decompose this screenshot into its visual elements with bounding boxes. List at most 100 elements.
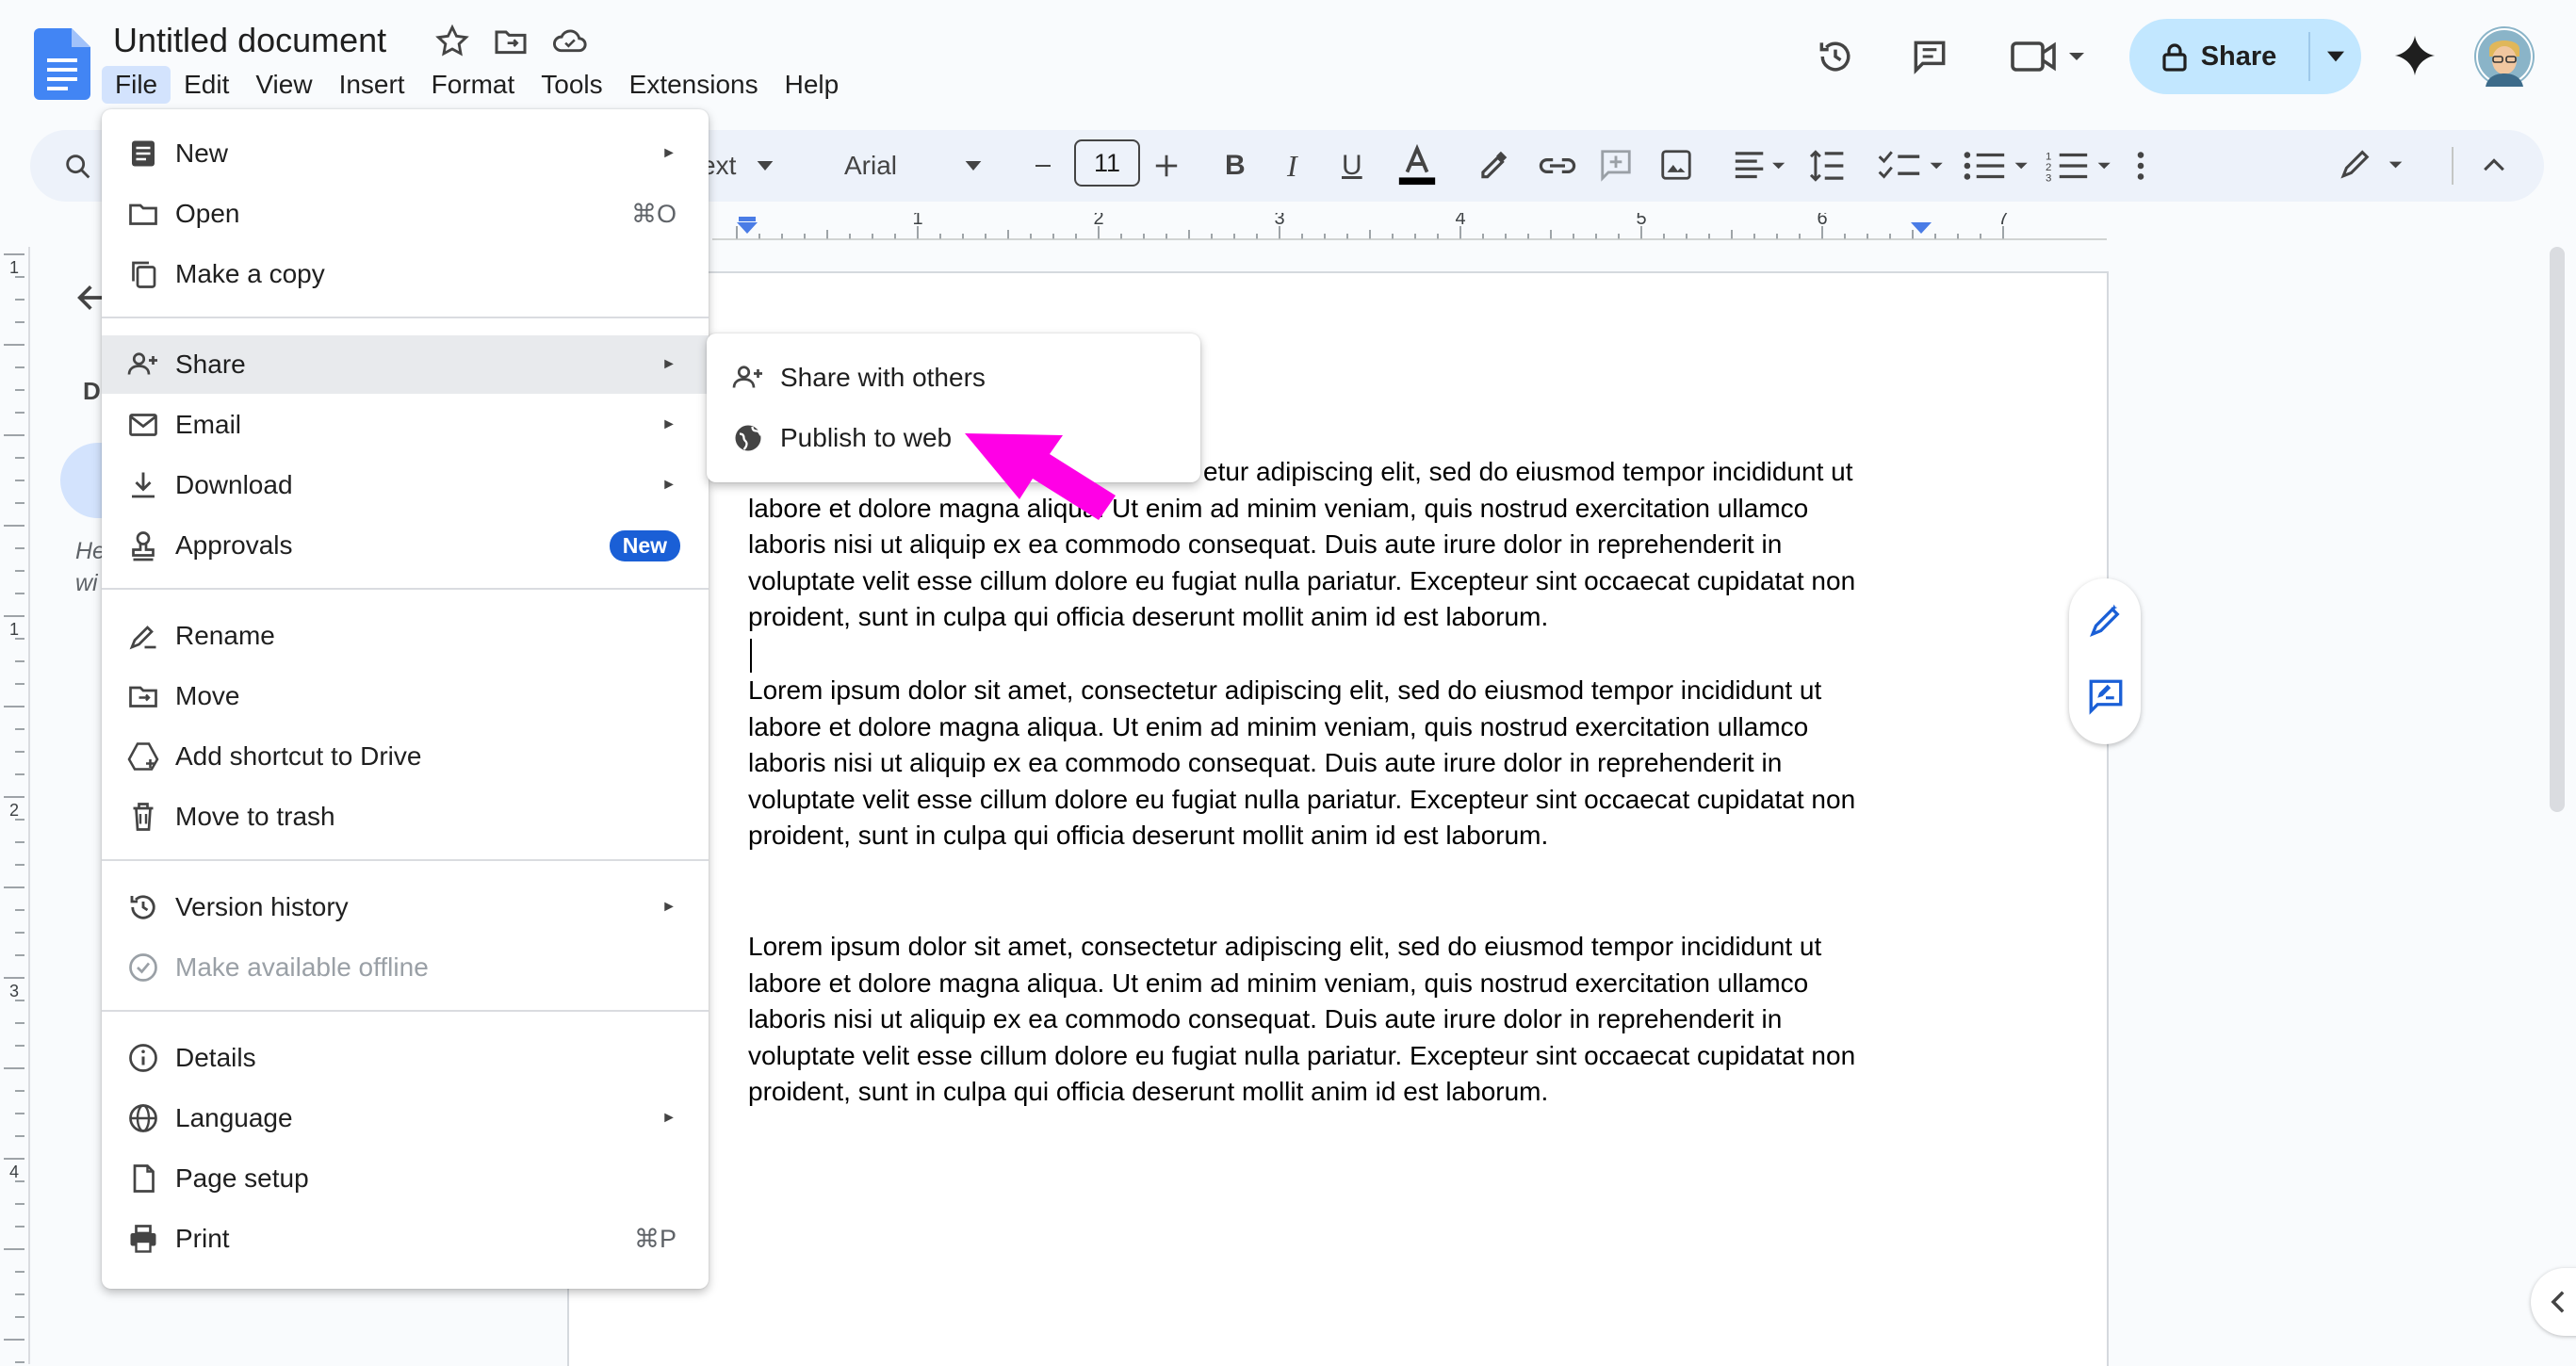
menu-item-new[interactable]: New ► — [102, 124, 709, 183]
menu-item-move[interactable]: Move — [102, 667, 709, 725]
menu-label: Open — [175, 199, 240, 228]
font-family-select[interactable]: Arial — [844, 130, 982, 202]
search-menus-icon[interactable] — [62, 151, 94, 183]
share-button[interactable]: Share — [2129, 19, 2308, 94]
align-left-icon[interactable] — [1732, 149, 1788, 183]
bulleted-list-icon[interactable] — [1962, 149, 2031, 183]
menu-item-print[interactable]: Print ⌘P — [102, 1210, 709, 1268]
bold-button[interactable]: B — [1225, 130, 1246, 202]
hide-menus-chevron-up-icon[interactable] — [2480, 153, 2508, 179]
paragraph-2[interactable]: Lorem ipsum dolor sit amet, consectetur … — [748, 673, 2001, 854]
mail-icon — [129, 414, 157, 436]
line-spacing-icon[interactable] — [1809, 149, 1847, 183]
shortcut-label: ⌘O — [630, 199, 677, 228]
annotation-arrow-icon — [965, 433, 1116, 520]
document-title[interactable]: Untitled document — [113, 21, 386, 60]
menu-item-details[interactable]: Details — [102, 1029, 709, 1087]
shortcut-label: ⌘P — [633, 1224, 677, 1253]
menu-item-language[interactable]: Language ► — [102, 1089, 709, 1147]
menu-label: Language — [175, 1103, 293, 1132]
menu-file[interactable]: File — [102, 66, 171, 104]
menu-item-make-available-offline[interactable]: Make available offline — [102, 938, 709, 997]
menu-help[interactable]: Help — [772, 66, 853, 104]
highlight-color-icon[interactable] — [1475, 147, 1511, 183]
account-avatar[interactable] — [2474, 26, 2535, 87]
share-options-dropdown[interactable] — [2310, 19, 2361, 94]
text-line: voluptate velit esse cillum dolore eu fu… — [748, 784, 1856, 814]
docs-logo-icon[interactable] — [34, 28, 90, 100]
numbered-list-icon[interactable]: 123 — [2045, 149, 2114, 183]
insert-image-icon[interactable] — [1658, 147, 1694, 183]
menu-item-move-to-trash[interactable]: Move to trash — [102, 788, 709, 846]
editing-mode-icon[interactable] — [2339, 147, 2408, 183]
menu-item-share[interactable]: Share ► — [102, 335, 709, 394]
menu-insert[interactable]: Insert — [326, 66, 418, 104]
menu-item-rename[interactable]: Rename — [102, 607, 709, 665]
menu-item-open[interactable]: Open ⌘O — [102, 185, 709, 243]
vertical-scrollbar[interactable] — [2550, 247, 2565, 812]
toolbar-divider — [2452, 147, 2454, 185]
vertical-ruler[interactable]: 1 1 2 3 4 — [0, 247, 28, 1364]
menu-item-download[interactable]: Download ► — [102, 456, 709, 514]
underline-button[interactable]: U — [1342, 130, 1362, 202]
horizontal-ruler[interactable]: 1 2 3 4 5 6 7 — [712, 213, 2107, 241]
star-icon[interactable] — [433, 23, 471, 60]
menu-label: Download — [175, 470, 293, 499]
comments-icon[interactable] — [1909, 36, 1950, 77]
submenu-arrow-icon: ► — [661, 477, 677, 493]
more-options-icon[interactable] — [2131, 149, 2150, 183]
printer-icon — [130, 1225, 156, 1253]
approval-stamp-icon — [132, 531, 155, 561]
ruler-label: 1 — [912, 213, 922, 229]
menu-item-add-shortcut[interactable]: Add shortcut to Drive — [102, 727, 709, 786]
insert-link-icon[interactable] — [1538, 151, 1577, 181]
text-line: labore et dolore magna aliqua. Ut enim a… — [748, 968, 1809, 998]
ruler-label: 2 — [1093, 213, 1103, 229]
increase-font-size-icon[interactable] — [1153, 153, 1180, 179]
person-add-icon — [732, 366, 762, 388]
decrease-font-size-icon[interactable] — [1031, 156, 1055, 175]
outline-pane-border — [28, 247, 30, 1364]
menu-label: Version history — [175, 892, 349, 921]
new-badge: New — [609, 529, 680, 561]
menu-item-approvals[interactable]: Approvals New — [102, 516, 709, 575]
help-me-write-icon[interactable] — [2086, 601, 2126, 641]
checklist-icon[interactable] — [1877, 149, 1947, 183]
text-line: voluptate velit esse cillum dolore eu fu… — [748, 565, 1856, 595]
drive-shortcut-icon — [127, 742, 159, 771]
caret-down-icon — [965, 161, 982, 171]
side-panel-toggle[interactable] — [2531, 1268, 2576, 1336]
italic-button[interactable]: I — [1287, 130, 1297, 202]
download-icon — [132, 472, 155, 498]
menu-item-version-history[interactable]: Version history ► — [102, 878, 709, 936]
gemini-sparkle-icon[interactable] — [2393, 34, 2437, 77]
ruler-label: 2 — [9, 801, 19, 820]
caret-down-icon — [758, 161, 774, 171]
menu-extensions[interactable]: Extensions — [616, 66, 772, 104]
ruler-label: 5 — [1636, 213, 1646, 229]
rename-pencil-icon — [129, 626, 156, 650]
menu-tools[interactable]: Tools — [528, 66, 615, 104]
text-color-icon[interactable] — [1394, 143, 1440, 187]
menu-item-share-with-others[interactable]: Share with others — [707, 349, 1200, 407]
menu-item-page-setup[interactable]: Page setup — [102, 1149, 709, 1208]
meet-video-icon[interactable] — [2011, 38, 2090, 75]
paragraph-3[interactable]: Lorem ipsum dolor sit amet, consectetur … — [748, 929, 2001, 1111]
paragraph-style-select[interactable]: ext — [701, 130, 774, 202]
menu-label: Make available offline — [175, 952, 429, 982]
menu-label: Move — [175, 681, 240, 710]
menu-item-email[interactable]: Email ► — [102, 396, 709, 454]
font-family-value: Arial — [844, 151, 898, 180]
suggest-edits-icon[interactable] — [2086, 676, 2126, 716]
menu-item-make-copy[interactable]: Make a copy — [102, 245, 709, 303]
menu-separator — [102, 859, 709, 861]
font-size-input[interactable]: 11 — [1074, 139, 1140, 187]
move-folder-icon[interactable] — [492, 23, 530, 60]
menu-view[interactable]: View — [242, 66, 325, 104]
cloud-saved-icon[interactable] — [550, 23, 590, 60]
add-comment-icon[interactable] — [1598, 147, 1634, 183]
menu-format[interactable]: Format — [418, 66, 529, 104]
menu-bar: File Edit View Insert Format Tools Exten… — [102, 66, 852, 104]
version-history-icon[interactable] — [1815, 36, 1856, 77]
menu-edit[interactable]: Edit — [171, 66, 242, 104]
